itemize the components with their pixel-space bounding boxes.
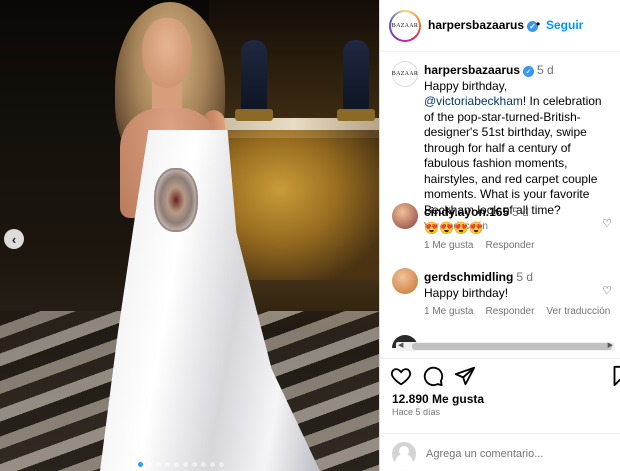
comments-list: BAZAAR harpersbazaarus ✓ 5 d Happy birthda…: [380, 53, 620, 348]
scroll-left-arrow-icon[interactable]: ◀: [398, 341, 403, 349]
comment-meta: 1 Me gusta Responder Ver traducción: [424, 306, 610, 317]
carousel-dot: [219, 462, 224, 467]
comment-icon[interactable]: [422, 365, 444, 387]
username-text[interactable]: harpersbazaarus: [428, 18, 524, 32]
current-user-avatar: [392, 442, 416, 466]
comment-text: 😍😍😍😍: [424, 220, 484, 235]
post-header: BAZAAR harpersbazaarus ✓ • Seguir: [380, 0, 620, 52]
post-sidebar: BAZAAR harpersbazaarus ✓ • Seguir BAZAAR …: [379, 0, 620, 471]
scroll-right-arrow-icon[interactable]: ▶: [608, 341, 613, 349]
carousel-dot: [138, 462, 143, 467]
caption-text-after: ! In celebration of the pop-star-turned-…: [424, 94, 602, 217]
comment-body: cindy.ayon.165 5 d 😍😍😍😍: [424, 205, 612, 236]
like-heart-icon[interactable]: [390, 365, 412, 387]
carousel-dot: [201, 462, 206, 467]
carousel-dot: [183, 462, 188, 467]
comment-likes-count[interactable]: 1 Me gusta: [424, 306, 473, 317]
jeweled-brooch: [154, 168, 198, 232]
reply-button[interactable]: Responder: [485, 306, 534, 317]
model-figure: [90, 0, 340, 471]
carousel-dot: [156, 462, 161, 467]
commenter-avatar[interactable]: [392, 203, 418, 229]
share-icon[interactable]: [454, 365, 476, 387]
comment-composer: [380, 433, 620, 471]
caption-text-before: Happy birthday,: [424, 78, 508, 93]
action-bar: [380, 358, 620, 394]
mention-link[interactable]: @victoriabeckham: [424, 94, 523, 108]
reply-button[interactable]: Responder: [485, 240, 534, 251]
post-image[interactable]: ‹: [0, 0, 379, 471]
comment-input[interactable]: [426, 445, 616, 463]
bookmark-icon[interactable]: [612, 365, 620, 387]
chevron-left-icon: ‹: [11, 231, 17, 247]
separator: •: [536, 17, 541, 31]
previous-slide-button[interactable]: ‹: [4, 229, 24, 249]
comment-translate-link[interactable]: Ver traducción: [546, 306, 610, 317]
carousel-dot: [192, 462, 197, 467]
carousel-dot: [210, 462, 215, 467]
caption-time: 5 d: [537, 63, 554, 77]
avatar[interactable]: BAZAAR: [391, 12, 419, 40]
comment-likes-count[interactable]: 1 Me gusta: [424, 240, 473, 251]
post-timestamp: Hace 5 días: [392, 407, 441, 417]
comment-body: gerdschmidling 5 d Happy birthday!: [424, 270, 612, 301]
carousel-indicator: [138, 462, 224, 467]
face: [142, 18, 192, 88]
comment-username[interactable]: cindy.ayon.165: [424, 205, 509, 219]
candelabra-right: [337, 40, 375, 121]
comment-time: 5 d: [512, 205, 529, 219]
comment-text: Happy birthday!: [424, 285, 509, 300]
caption-avatar[interactable]: BAZAAR: [392, 61, 418, 87]
story-ring[interactable]: BAZAAR: [389, 10, 421, 42]
verified-badge-icon: ✓: [523, 66, 535, 77]
carousel-dot: [147, 462, 152, 467]
comment-like-icon[interactable]: ♡: [602, 284, 612, 297]
comment-like-icon[interactable]: ♡: [602, 217, 612, 230]
likes-count[interactable]: 12.890 Me gusta: [392, 392, 484, 406]
scrollbar-thumb[interactable]: [412, 343, 612, 350]
commenter-avatar[interactable]: [392, 268, 418, 294]
comment-time: 5 d: [516, 270, 534, 284]
author-username[interactable]: harpersbazaarus ✓: [428, 18, 539, 32]
caption-username[interactable]: harpersbazaarus: [424, 63, 520, 77]
comment-username[interactable]: gerdschmidling: [424, 270, 513, 284]
carousel-dot: [165, 462, 170, 467]
carousel-dot: [174, 462, 179, 467]
horizontal-scrollbar[interactable]: ◀ ▶: [396, 342, 615, 351]
follow-button[interactable]: Seguir: [546, 18, 583, 32]
comment-meta: 1 Me gusta Responder: [424, 240, 534, 251]
